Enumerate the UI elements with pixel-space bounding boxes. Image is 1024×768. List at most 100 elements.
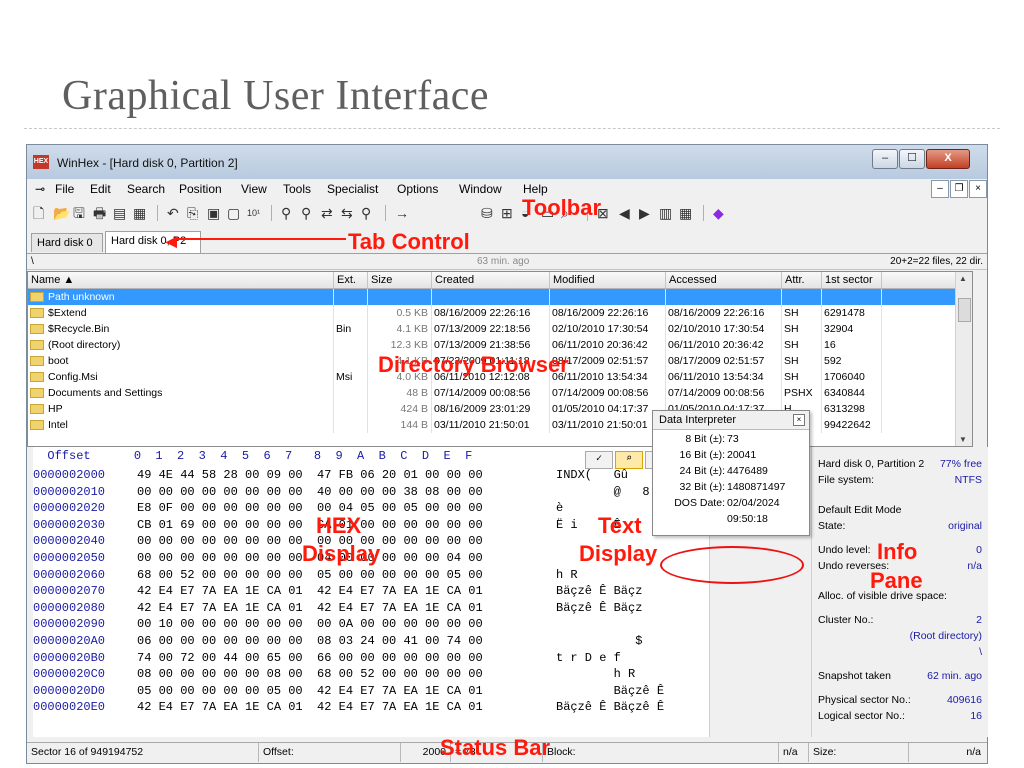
grid-icon[interactable]: ▦ [679,204,692,222]
scroll-up-icon[interactable]: ▲ [959,274,967,283]
directory-row[interactable]: HP 424 B 08/16/2009 23:01:29 01/05/2010 04:… [28,401,972,417]
col-created[interactable]: Created [432,272,550,288]
directory-row[interactable]: Intel 144 B 03/11/2010 21:50:01 03/11/2010 … [28,417,972,433]
open-icon[interactable]: 📂 [53,204,70,222]
hex-text[interactable]: t r D e f [556,650,621,666]
hex-bytes[interactable]: 74 00 72 00 44 00 65 00 66 00 00 00 00 0… [137,650,483,666]
hex-bytes[interactable]: 05 00 00 00 00 00 05 00 42 E4 E7 7A EA 1… [137,683,483,699]
menu-help[interactable]: Help [523,182,548,196]
col-first-sector[interactable]: 1st sector [822,272,882,288]
save-icon[interactable]: 🖫 [73,204,85,222]
hex-offset[interactable]: 0000002080 [33,600,105,616]
hex-bytes[interactable]: 00 10 00 00 00 00 00 00 00 0A 00 00 00 0… [137,616,483,632]
check-icon[interactable]: ✓ [585,451,613,469]
find-icon[interactable]: ⚲ [281,204,291,222]
find-next-icon[interactable]: ⚲ [361,204,371,222]
directory-row[interactable]: Path unknown [28,289,972,305]
hex-text[interactable]: Bäçzê Ê [556,683,664,699]
hex-editor[interactable]: Offset 0 1 2 3 4 5 6 7 8 9 A B C D E F 0… [33,447,726,737]
hex-text[interactable]: INDX( Gû [556,467,628,483]
paste-icon[interactable]: ▣ [207,204,220,222]
mdi-minimize-button[interactable]: – [931,180,949,198]
scroll-thumb[interactable] [958,298,971,322]
help-icon[interactable]: ◆ [713,204,724,222]
maximize-button[interactable]: ☐ [899,149,925,169]
directory-scrollbar[interactable]: ▲ ▼ [955,272,972,446]
col-ext[interactable]: Ext. [334,272,368,288]
menu-specialist[interactable]: Specialist [327,182,378,196]
hex-bytes[interactable]: E8 0F 00 00 00 00 00 00 00 04 05 00 05 0… [137,500,483,516]
hex-bytes[interactable]: 06 00 00 00 00 00 00 00 08 03 24 00 41 0… [137,633,483,649]
hex-offset[interactable]: 00000020A0 [33,633,105,649]
hex-offset[interactable]: 0000002070 [33,583,105,599]
new-file-icon[interactable]: 🗋 [33,204,44,222]
hex-offset[interactable]: 0000002000 [33,467,105,483]
hex-offset[interactable]: 0000002050 [33,550,105,566]
title-bar[interactable]: HEX WinHex - [Hard disk 0, Partition 2] … [27,145,987,179]
goto-icon[interactable]: → [395,204,409,222]
forward-icon[interactable]: ▶ [639,204,650,222]
hex-offset[interactable]: 00000020C0 [33,666,105,682]
properties-icon[interactable]: ▤ [113,204,126,222]
mdi-close-button[interactable]: × [969,180,987,198]
menu-search[interactable]: Search [127,182,165,196]
hex-offset[interactable]: 0000002090 [33,616,105,632]
print-icon[interactable]: 🖶 [93,204,106,222]
open-folder-icon[interactable]: ▦ [133,204,146,222]
hex-text[interactable]: h R [556,567,578,583]
magnifier-icon[interactable]: ⌕ [615,451,643,469]
hex-offset[interactable]: 0000002010 [33,484,105,500]
directory-row[interactable]: (Root directory) 12.3 KB 07/13/2009 21:38:… [28,337,972,353]
menu-edit[interactable]: Edit [90,182,111,196]
menu-file[interactable]: File [55,182,74,196]
hex-offset[interactable]: 00000020E0 [33,699,105,715]
mdi-restore-button[interactable]: ❐ [950,180,968,198]
hex-convert-icon[interactable]: 10¹ [247,204,260,222]
directory-row[interactable]: $Extend 0.5 KB 08/16/2009 22:26:16 08/16/20… [28,305,972,321]
hex-offset[interactable]: 0000002060 [33,567,105,583]
col-attr[interactable]: Attr. [782,272,822,288]
hex-bytes[interactable]: CB 01 69 00 00 00 00 00 CA 01 00 00 00 0… [137,517,483,533]
col-modified[interactable]: Modified [550,272,666,288]
replace-hex-icon[interactable]: ⇆ [341,204,353,222]
hex-bytes[interactable]: 68 00 52 00 00 00 00 00 05 00 00 00 00 0… [137,567,483,583]
close-button[interactable]: X [926,149,970,169]
tab-hard-disk-0[interactable]: Hard disk 0 [31,233,103,252]
hex-bytes[interactable]: 49 4E 44 58 28 00 09 00 47 FB 06 20 01 0… [137,467,483,483]
minimize-button[interactable]: – [872,149,898,169]
back-icon[interactable]: ◀ [619,204,630,222]
col-accessed[interactable]: Accessed [666,272,782,288]
tab-hard-disk-0-p2[interactable]: Hard disk 0, P2 [105,231,201,253]
hex-text[interactable]: $ [556,633,642,649]
scroll-down-icon[interactable]: ▼ [959,435,967,444]
hex-bytes[interactable]: 42 E4 E7 7A EA 1E CA 01 42 E4 E7 7A EA 1… [137,699,483,715]
hex-text[interactable]: Bäçzê Ê Bäçz [556,600,642,616]
copy-icon[interactable]: ⎘ [187,204,198,222]
directory-row[interactable]: Documents and Settings 48 B 07/14/2009 00:… [28,385,972,401]
hex-text[interactable]: Bäçzê Ê Bäçz [556,583,642,599]
hex-text[interactable]: @ 8 [556,484,650,500]
paste-special-icon[interactable]: ▢ [227,204,240,222]
replace-icon[interactable]: ⇄ [321,204,333,222]
hex-offset[interactable]: 0000002040 [33,533,105,549]
hex-text[interactable]: h R [556,666,636,682]
menu-position[interactable]: Position [179,182,222,196]
menu-tools[interactable]: Tools [283,182,311,196]
disk-icon[interactable]: ⛁ [481,204,493,222]
menu-options[interactable]: Options [397,182,438,196]
hex-offset[interactable]: 0000002030 [33,517,105,533]
hex-text[interactable]: è [556,500,563,516]
hex-bytes[interactable]: 42 E4 E7 7A EA 1E CA 01 42 E4 E7 7A EA 1… [137,583,483,599]
undo-icon[interactable]: ↶ [167,204,179,222]
close-icon[interactable]: × [793,414,805,426]
menu-window[interactable]: Window [459,182,502,196]
menu-view[interactable]: View [241,182,267,196]
find-hex-icon[interactable]: ⚲ [301,204,311,222]
col-name[interactable]: Name ▲ [28,272,334,288]
col-size[interactable]: Size [368,272,432,288]
directory-row[interactable]: $Recycle.Bin Bin 4.1 KB 07/13/2009 22:18:56… [28,321,972,337]
hex-bytes[interactable]: 00 00 00 00 00 00 00 00 40 00 00 00 38 0… [137,484,483,500]
hex-text[interactable]: Bäçzê Ê Bäçzê Ê [556,699,664,715]
hex-offset[interactable]: 00000020D0 [33,683,105,699]
network-icon[interactable]: ⊞ [501,204,513,222]
